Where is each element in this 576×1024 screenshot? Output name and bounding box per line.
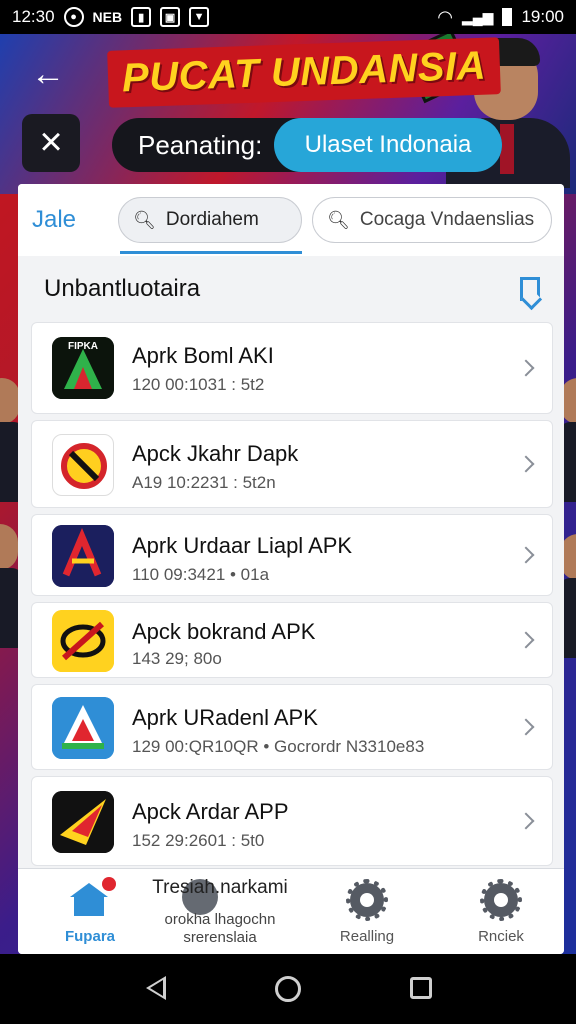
chevron-right-icon [517, 631, 535, 649]
bottom-navigation: Fupara Tresiah.narkami orokha lhagochn s… [18, 868, 564, 954]
nav-home-label: Fupara [64, 928, 115, 945]
app-name: Apck Jkahr Dapk [132, 441, 299, 466]
section-header: Unbantluotaira [18, 256, 564, 322]
home-icon [70, 877, 116, 916]
app-name: Aprk Urdaar Liapl APK [132, 533, 353, 558]
banner-label: Peanating: [138, 129, 263, 160]
system-navigation-bar [0, 954, 576, 1024]
nav-middle-sub1: orokha lhagochn [164, 911, 276, 928]
app-list: FIPKA Aprk Boml AKI 120 00:1031 : 5t2 Ap… [31, 322, 553, 872]
notification-icon: ▮ [131, 7, 152, 27]
status-time-left: 12:30 [12, 7, 55, 26]
app-name: Apck Ardar APP [132, 799, 289, 824]
app-icon-3 [52, 525, 114, 587]
back-arrow-icon[interactable]: ← [28, 54, 68, 94]
notification-dot [102, 877, 116, 891]
section-title: Unbantluotaira [44, 275, 201, 302]
bookmark-icon[interactable] [520, 277, 540, 301]
close-icon[interactable]: × [22, 114, 80, 172]
status-right: ◠ ▂▄▆ 19:00 [437, 7, 564, 28]
nav-middle[interactable]: Tresiah.narkami orokha lhagochn srerensl… [130, 869, 310, 954]
gallery-icon: ▣ [160, 7, 181, 27]
search-icon: 🔍︎ [133, 209, 156, 230]
list-item[interactable]: Apck bokrand APK 143 29; 80o [31, 602, 553, 678]
search-input-active[interactable]: 🔍︎ Dordiahem [118, 197, 302, 243]
svg-text:FIPKA: FIPKA [68, 341, 98, 352]
search-row: Jale 🔍︎ Dordiahem 🔍︎ Cocaga Vndaenslias [18, 184, 564, 256]
chevron-right-icon [517, 359, 535, 377]
search-input-secondary[interactable]: 🔍︎ Cocaga Vndaenslias [312, 197, 552, 243]
wifi-icon: ◠ [437, 6, 453, 27]
app-name: Aprk Boml AKI [132, 343, 274, 368]
chevron-right-icon [517, 718, 535, 736]
nav-more-label: Rnciek [478, 928, 524, 945]
app-meta: A19 10:2231 : 5t2n [132, 473, 276, 492]
app-name: Apck bokrand APK [132, 619, 316, 644]
app-meta: 152 29:2601 : 5t0 [132, 831, 265, 850]
search-query: Dordiahem [165, 209, 259, 230]
chevron-right-icon [517, 812, 535, 830]
app-name: Aprk URadenl APK [132, 705, 318, 730]
signal-icon: ▂▄▆ [462, 8, 494, 25]
back-icon[interactable] [146, 976, 166, 1000]
whatsapp-icon: ● [63, 7, 84, 27]
chevron-right-icon [517, 455, 535, 473]
nav-settings-label: Realling [339, 928, 395, 945]
app-meta: 110 09:3421 • 01a [132, 565, 270, 584]
app-meta: 120 00:1031 : 5t2 [132, 375, 265, 394]
app-icon-4 [52, 610, 114, 672]
nav-middle-title: Tresiah.narkami [152, 877, 288, 898]
nav-home[interactable]: Fupara [42, 869, 138, 954]
search-icon: 🔍︎ [327, 209, 350, 230]
status-left: 12:30 ● NEB ▮ ▣ ▼ [12, 7, 210, 27]
gear-icon [346, 879, 388, 921]
banner-value-button[interactable]: Ulaset Indonaia [274, 118, 502, 172]
app-icon-2 [52, 434, 114, 496]
app-list-card: Jale 🔍︎ Dordiahem 🔍︎ Cocaga Vndaenslias … [18, 184, 564, 954]
status-time-right: 19:00 [521, 7, 564, 26]
list-item[interactable]: Apck Ardar APP 152 29:2601 : 5t0 [31, 776, 553, 866]
list-item[interactable]: FIPKA Aprk Boml AKI 120 00:1031 : 5t2 [31, 322, 553, 414]
status-bar: 12:30 ● NEB ▮ ▣ ▼ ◠ ▂▄▆ 19:00 [0, 0, 576, 34]
nav-settings[interactable]: Realling [324, 869, 410, 954]
app-icon-1: FIPKA [52, 337, 114, 399]
active-tab-indicator [120, 251, 302, 254]
home-button-icon[interactable] [275, 976, 301, 1002]
list-item[interactable]: Aprk URadenl APK 129 00:QR10QR • Gocrord… [31, 684, 553, 770]
battery-icon [502, 8, 513, 26]
gear-icon [480, 879, 522, 921]
recent-apps-icon[interactable] [410, 977, 432, 999]
nav-more[interactable]: Rnciek [458, 869, 544, 954]
carrier-text: NEB [92, 9, 123, 25]
banner-label-pill: Peanating: Ulaset Indonaia [112, 118, 502, 172]
search-query-secondary: Cocaga Vndaenslias [359, 209, 535, 230]
app-meta: 143 29; 80o [132, 649, 222, 668]
chevron-right-icon [517, 546, 535, 564]
app-icon-5 [52, 697, 114, 759]
list-item[interactable]: Aprk Urdaar Liapl APK 110 09:3421 • 01a [31, 514, 553, 596]
list-item[interactable]: Apck Jkahr Dapk A19 10:2231 : 5t2n [31, 420, 553, 508]
nav-middle-sub2: srerenslaia [183, 929, 257, 946]
app-icon-6 [52, 791, 114, 853]
tab-jale[interactable]: Jale [32, 206, 118, 234]
app-meta: 129 00:QR10QR • Gocrordr N3310e83 [132, 737, 425, 756]
shield-icon: ▼ [189, 7, 210, 27]
